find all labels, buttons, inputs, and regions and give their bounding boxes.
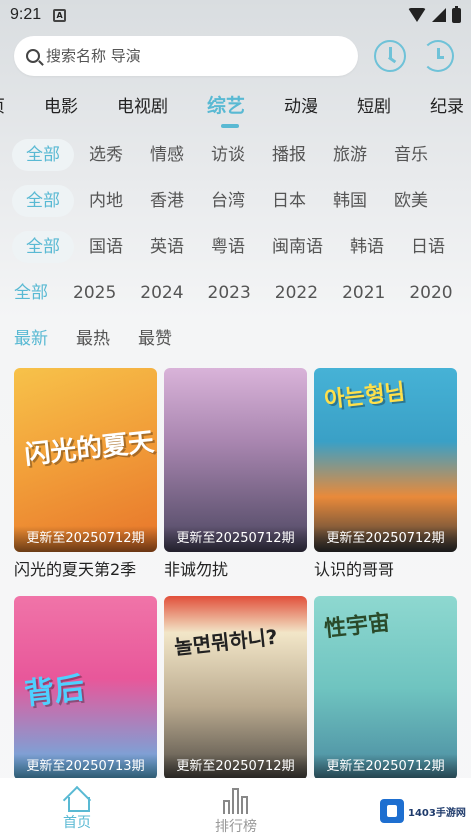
poster-logo: 闪光的夏天 xyxy=(23,427,156,471)
ranking-icon xyxy=(221,784,251,814)
search-icon xyxy=(26,49,40,63)
poster-image[interactable]: 闪光的夏天 更新至20250712期 xyxy=(14,368,157,552)
tab-home-partial[interactable]: 页 xyxy=(0,92,5,117)
watermark-text: 1403手游网 xyxy=(408,807,466,819)
filter-language-option[interactable]: 日语 xyxy=(411,231,445,263)
filter-year-option[interactable]: 2023 xyxy=(208,277,251,309)
filter-region-option[interactable]: 韩国 xyxy=(333,185,367,217)
update-badge: 更新至20250712期 xyxy=(314,526,457,552)
filter-row-genre: 全部 选秀 情感 访谈 播报 旅游 音乐 xyxy=(12,138,428,172)
filter-row-sort: 最新 最热 最赞 xyxy=(14,322,172,356)
nav-ranking-label: 排行榜 xyxy=(215,819,257,835)
status-time: 9:21 xyxy=(10,6,42,23)
search-input[interactable] xyxy=(46,47,326,65)
sort-option[interactable]: 最赞 xyxy=(138,323,172,355)
nav-home[interactable]: 首页 xyxy=(37,786,117,832)
history-icon[interactable] xyxy=(422,40,454,72)
battery-icon xyxy=(452,5,461,23)
filter-language-option[interactable]: 粤语 xyxy=(211,231,245,263)
sort-latest[interactable]: 最新 xyxy=(14,323,48,355)
media-card[interactable]: 背后 更新至20250713期 xyxy=(14,596,157,780)
filter-year-option[interactable]: 2021 xyxy=(342,277,385,309)
filter-region-option[interactable]: 香港 xyxy=(150,185,184,217)
watermark-logo-icon xyxy=(380,799,404,823)
filter-genre-all[interactable]: 全部 xyxy=(12,139,74,171)
filter-region-option[interactable]: 台湾 xyxy=(211,185,245,217)
filter-genre-option[interactable]: 情感 xyxy=(150,139,184,171)
clock-icon[interactable] xyxy=(374,40,406,72)
filter-row-language: 全部 国语 英语 粤语 闽南语 韩语 日语 xyxy=(12,230,445,264)
poster-image[interactable]: 性宇宙 更新至20250712期 xyxy=(314,596,457,780)
poster-logo: 性宇宙 xyxy=(323,610,392,643)
update-badge: 更新至20250712期 xyxy=(164,526,307,552)
status-bar: 9:21 A xyxy=(0,0,471,30)
tab-documentary[interactable]: 纪录 xyxy=(430,92,464,117)
update-badge: 更新至20250712期 xyxy=(164,754,307,780)
filter-region-option[interactable]: 日本 xyxy=(272,185,306,217)
signal-icon xyxy=(432,8,446,22)
filter-year-option[interactable]: 2024 xyxy=(140,277,183,309)
poster-logo: 놀면뭐하니? xyxy=(173,624,279,660)
filter-row-year: 全部 2025 2024 2023 2022 2021 2020 xyxy=(14,276,453,310)
filter-row-region: 全部 内地 香港 台湾 日本 韩国 欧美 xyxy=(12,184,428,218)
card-title[interactable]: 闪光的夏天第2季 xyxy=(14,556,157,580)
poster-logo: 아는형님 xyxy=(323,379,407,414)
filter-genre-option[interactable]: 播报 xyxy=(272,139,306,171)
notification-icon: A xyxy=(53,8,67,22)
filter-year-option[interactable]: 2025 xyxy=(73,277,116,309)
filter-year-option[interactable]: 2020 xyxy=(409,277,452,309)
tab-tv-series[interactable]: 电视剧 xyxy=(117,92,168,117)
nav-ranking[interactable]: 排行榜 xyxy=(196,784,276,836)
poster-image[interactable]: 更新至20250712期 xyxy=(164,368,307,552)
nav-home-label: 首页 xyxy=(63,815,91,831)
update-badge: 更新至20250713期 xyxy=(14,754,157,780)
poster-image[interactable]: 아는형님 更新至20250712期 xyxy=(314,368,457,552)
update-badge: 更新至20250712期 xyxy=(14,526,157,552)
status-icons xyxy=(408,5,461,23)
filter-region-option[interactable]: 内地 xyxy=(89,185,123,217)
filter-year-all[interactable]: 全部 xyxy=(14,277,48,309)
card-title[interactable]: 非诚勿扰 xyxy=(164,556,307,580)
update-badge: 更新至20250712期 xyxy=(314,754,457,780)
media-card[interactable]: 更新至20250712期 非诚勿扰 xyxy=(164,368,307,580)
watermark: 1403手游网 xyxy=(380,796,466,826)
filter-language-option[interactable]: 闽南语 xyxy=(272,231,323,263)
filter-language-option[interactable]: 国语 xyxy=(89,231,123,263)
media-card[interactable]: 性宇宙 更新至20250712期 xyxy=(314,596,457,780)
wifi-icon xyxy=(408,8,426,22)
filter-region-option[interactable]: 欧美 xyxy=(394,185,428,217)
card-title[interactable]: 认识的哥哥 xyxy=(314,556,457,580)
home-icon xyxy=(62,786,92,812)
filter-language-option[interactable]: 韩语 xyxy=(350,231,384,263)
filter-genre-option[interactable]: 音乐 xyxy=(394,139,428,171)
filter-language-all[interactable]: 全部 xyxy=(12,231,74,263)
poster-image[interactable]: 놀면뭐하니? 更新至20250712期 xyxy=(164,596,307,780)
filter-language-option[interactable]: 英语 xyxy=(150,231,184,263)
tab-movies[interactable]: 电影 xyxy=(44,92,78,117)
tab-variety[interactable]: 综艺 xyxy=(207,91,245,128)
filter-region-all[interactable]: 全部 xyxy=(12,185,74,217)
media-card[interactable]: 아는형님 更新至20250712期 认识的哥哥 xyxy=(314,368,457,580)
media-card[interactable]: 闪光的夏天 更新至20250712期 闪光的夏天第2季 xyxy=(14,368,157,580)
tab-short-drama[interactable]: 短剧 xyxy=(357,92,391,117)
category-tabs: 页 电影 电视剧 综艺 动漫 短剧 纪录 xyxy=(0,86,471,128)
tab-anime[interactable]: 动漫 xyxy=(284,92,318,117)
poster-image[interactable]: 背后 更新至20250713期 xyxy=(14,596,157,780)
filter-genre-option[interactable]: 选秀 xyxy=(89,139,123,171)
sort-option[interactable]: 最热 xyxy=(76,323,110,355)
filter-genre-option[interactable]: 旅游 xyxy=(333,139,367,171)
search-bar[interactable] xyxy=(14,36,358,76)
poster-logo: 背后 xyxy=(22,670,87,713)
filter-year-option[interactable]: 2022 xyxy=(275,277,318,309)
filter-genre-option[interactable]: 访谈 xyxy=(211,139,245,171)
media-card[interactable]: 놀면뭐하니? 更新至20250712期 xyxy=(164,596,307,780)
